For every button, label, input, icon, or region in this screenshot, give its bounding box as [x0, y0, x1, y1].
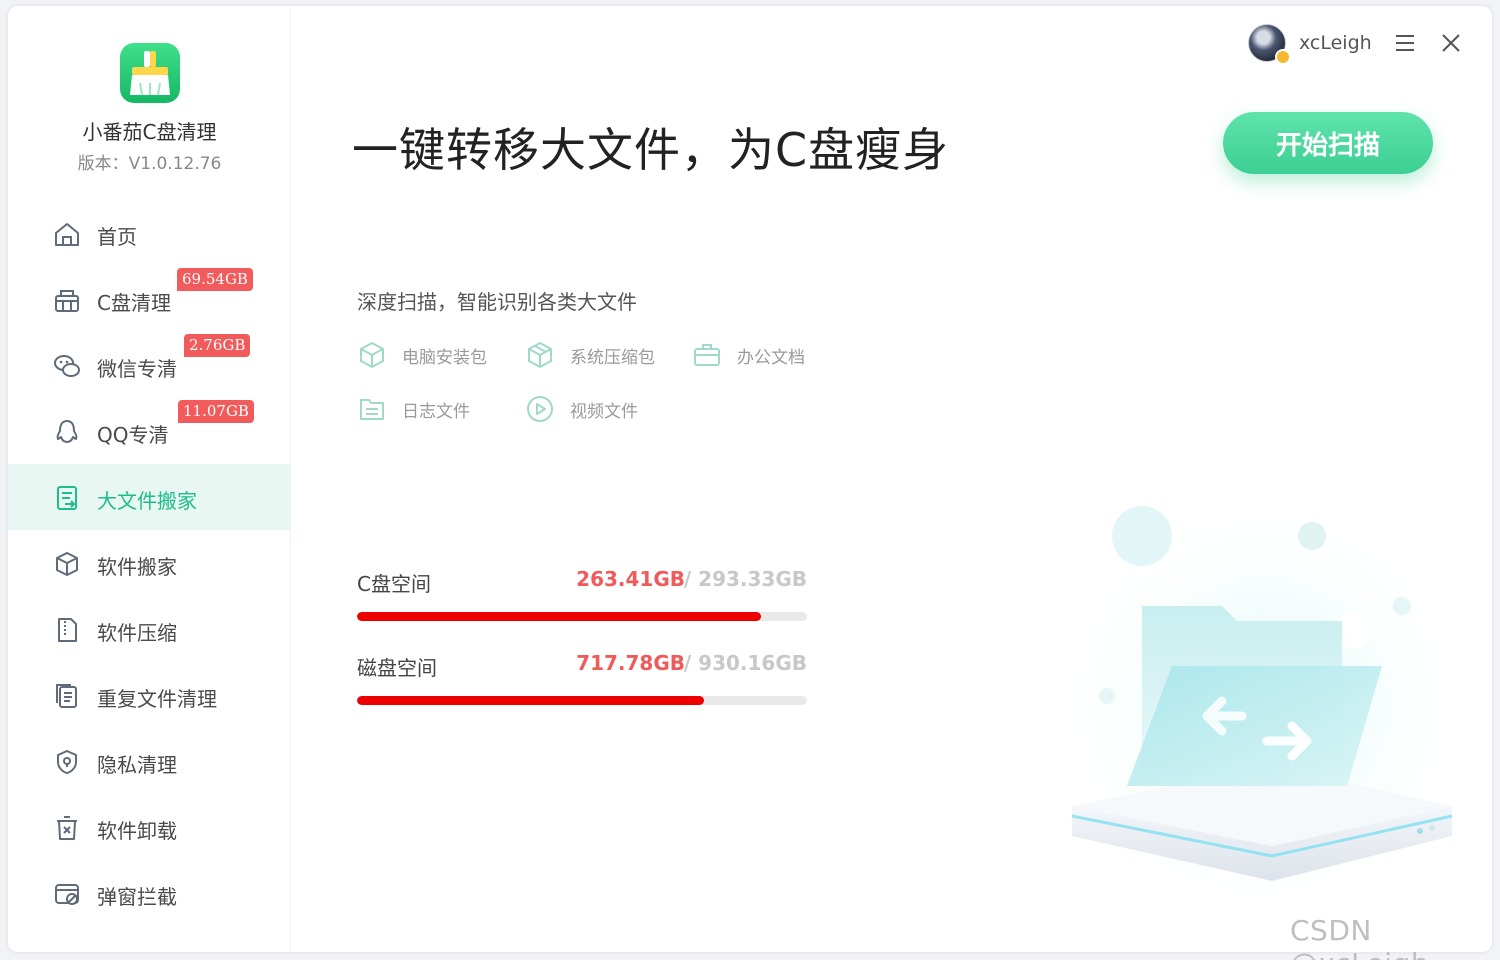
close-icon[interactable]	[1440, 32, 1462, 54]
file-type-installer: 电脑安装包	[357, 340, 487, 370]
disk-total: / 293.33GB	[683, 567, 807, 591]
file-type-label: 系统压缩包	[570, 347, 655, 368]
zip-file-icon	[58, 618, 77, 642]
big-file-icon	[57, 486, 77, 510]
sidebar-item-label: 首页	[97, 225, 137, 249]
size-badge: 2.76GB	[184, 334, 251, 357]
start-scan-button[interactable]: 开始扫描	[1223, 112, 1433, 174]
file-type-label: 电脑安装包	[402, 347, 487, 368]
file-type-archive: 系统压缩包	[525, 340, 655, 370]
disk-progress-fill	[357, 696, 705, 705]
folder-transfer-illustration	[1052, 496, 1472, 916]
sidebar-item-c-clean[interactable]: C盘清理 69.54GB	[8, 266, 291, 332]
sidebar: 小番茄C盘清理 版本：V1.0.12.76 首页 C盘清理 69.54GB 微信…	[8, 6, 291, 952]
file-type-log: 日志文件	[357, 394, 470, 424]
popup-block-icon	[55, 884, 79, 905]
sidebar-item-popup-block[interactable]: 弹窗拦截	[8, 860, 291, 926]
sidebar-item-duplicate-clean[interactable]: 重复文件清理	[8, 662, 291, 728]
sidebar-item-qq[interactable]: QQ专清 11.07GB	[8, 398, 291, 464]
home-icon	[55, 223, 79, 246]
sidebar-item-label: 重复文件清理	[97, 687, 217, 711]
disk-total: / 930.16GB	[683, 651, 807, 675]
sidebar-item-label: 软件卸载	[97, 819, 177, 843]
duplicate-file-icon	[56, 684, 77, 708]
file-type-label: 日志文件	[402, 401, 470, 422]
app-name: 小番茄C盘清理	[82, 120, 217, 144]
size-badge: 11.07GB	[178, 400, 254, 423]
size-badge: 69.54GB	[177, 268, 253, 291]
app-window: 小番茄C盘清理 版本：V1.0.12.76 首页 C盘清理 69.54GB 微信…	[8, 6, 1492, 952]
scan-description: 深度扫描，智能识别各类大文件	[357, 290, 637, 314]
disk-used: 717.78GB	[576, 651, 685, 675]
sidebar-item-label: 微信专清	[97, 357, 177, 381]
qq-icon	[56, 420, 78, 443]
disk-progress-fill	[357, 612, 762, 621]
package-icon	[360, 342, 384, 368]
app-version: 版本：V1.0.12.76	[77, 154, 222, 174]
disk-used: 263.41GB	[576, 567, 685, 591]
sidebar-item-label: 软件搬家	[97, 555, 177, 579]
sidebar-item-home[interactable]: 首页	[8, 200, 291, 266]
archive-box-icon	[528, 342, 552, 368]
sidebar-nav: 首页 C盘清理 69.54GB 微信专清 2.76GB QQ专清 11.07GB…	[8, 200, 291, 926]
main-panel: xcLeigh 一键转移大文件，为C盘瘦身 开始扫描 深度扫描，智能识别各类大文…	[292, 6, 1492, 952]
disk-progress-bar	[357, 696, 807, 705]
disk-label: 磁盘空间	[357, 656, 437, 680]
sidebar-item-label: 隐私清理	[97, 753, 177, 777]
disk-progress-bar	[357, 612, 807, 621]
app-logo	[120, 43, 180, 103]
sidebar-item-label: QQ专清	[97, 423, 169, 447]
folder-doc-icon	[360, 399, 384, 420]
avatar[interactable]	[1248, 24, 1291, 65]
sidebar-item-label: C盘清理	[97, 291, 171, 315]
file-type-office: 办公文档	[692, 340, 805, 370]
shield-icon	[57, 750, 77, 774]
sidebar-item-uninstall[interactable]: 软件卸载	[8, 794, 291, 860]
sidebar-item-big-file-move[interactable]: 大文件搬家	[8, 464, 291, 530]
sidebar-item-software-compress[interactable]: 软件压缩	[8, 596, 291, 662]
file-type-label: 视频文件	[570, 401, 638, 422]
username[interactable]: xcLeigh	[1299, 32, 1372, 54]
disk-label: C盘空间	[357, 572, 431, 596]
sidebar-item-software-move[interactable]: 软件搬家	[8, 530, 291, 596]
sidebar-item-privacy-clean[interactable]: 隐私清理	[8, 728, 291, 794]
box-move-icon	[56, 552, 78, 576]
sidebar-item-label: 弹窗拦截	[97, 885, 177, 909]
briefcase-icon	[694, 344, 720, 366]
sidebar-item-label: 大文件搬家	[97, 489, 197, 513]
user-profile[interactable]: xcLeigh	[1248, 24, 1372, 65]
wechat-icon	[54, 355, 80, 377]
file-type-label: 办公文档	[737, 347, 805, 368]
page-title: 一键转移大文件，为C盘瘦身	[352, 123, 950, 177]
play-icon	[527, 396, 553, 422]
watermark: CSDN @xcLeigh	[1290, 914, 1429, 960]
uninstall-icon	[57, 816, 77, 840]
basket-icon	[55, 290, 79, 312]
sidebar-item-wechat[interactable]: 微信专清 2.76GB	[8, 332, 291, 398]
sidebar-item-label: 软件压缩	[97, 621, 177, 645]
file-type-video: 视频文件	[525, 394, 638, 424]
menu-icon[interactable]	[1394, 34, 1416, 52]
vip-badge-icon	[1275, 49, 1291, 65]
